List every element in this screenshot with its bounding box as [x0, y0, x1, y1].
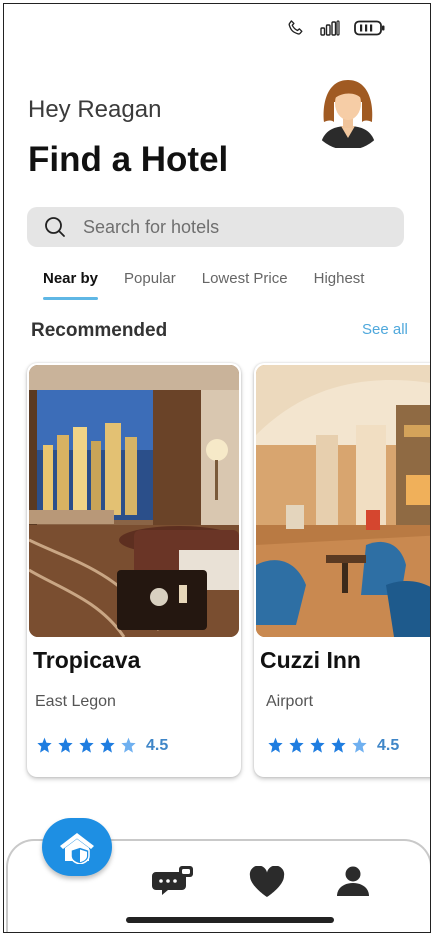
hotel-location: Airport	[266, 693, 314, 710]
hotel-card[interactable]: Cuzzi Inn Airport 4.5	[254, 363, 430, 777]
hotel-name: Tropicava	[33, 647, 141, 673]
star-icon	[58, 737, 73, 753]
home-indicator	[126, 917, 334, 923]
rating: 4.5	[35, 736, 168, 755]
hotel-card[interactable]: Tropicava East Legon 4.5	[27, 363, 241, 777]
hotel-location: East Legon	[35, 693, 116, 710]
rating-value: 4.5	[146, 736, 169, 754]
battery-icon	[354, 20, 386, 36]
greeting-text: Hey Reagan	[28, 96, 162, 123]
tab-lowest-price[interactable]: Lowest Price	[202, 270, 288, 287]
app-screen: Hey Reagan Find a Hotel Search for hotel…	[3, 3, 431, 933]
star-icon	[79, 737, 94, 753]
chat-nav-button[interactable]	[152, 866, 194, 896]
search-input[interactable]: Search for hotels	[83, 217, 219, 238]
hotel-name: Cuzzi Inn	[260, 647, 361, 673]
hotel-image	[256, 365, 430, 637]
page-title: Find a Hotel	[28, 140, 229, 179]
profile-icon	[337, 866, 369, 896]
home-icon	[60, 833, 94, 864]
search-icon	[43, 215, 67, 239]
status-bar	[286, 18, 386, 38]
star-icon	[37, 737, 52, 753]
tab-near-by[interactable]: Near by	[43, 270, 99, 300]
see-all-link[interactable]: See all	[362, 321, 408, 338]
star-half-icon	[352, 737, 367, 753]
favorites-nav-button[interactable]	[248, 866, 286, 898]
heart-icon	[249, 866, 285, 897]
filter-tabs: Near by Popular Lowest Price Highest	[43, 270, 390, 300]
rating-value: 4.5	[377, 736, 400, 754]
star-half-icon	[121, 737, 136, 753]
tab-highest[interactable]: Highest	[314, 270, 365, 287]
section-title: Recommended	[31, 320, 168, 341]
rating: 4.5	[266, 736, 399, 755]
avatar[interactable]	[308, 70, 388, 150]
chat-icon	[152, 866, 193, 895]
tab-popular[interactable]: Popular	[124, 270, 176, 287]
star-icon	[100, 737, 115, 753]
home-nav-button[interactable]	[42, 818, 112, 876]
search-bar[interactable]: Search for hotels	[27, 207, 404, 247]
signal-icon	[320, 20, 340, 36]
star-icon	[331, 737, 346, 753]
phone-icon	[286, 18, 306, 38]
star-icon	[289, 737, 304, 753]
star-icon	[310, 737, 325, 753]
hotel-image	[29, 365, 239, 637]
star-icon	[268, 737, 283, 753]
profile-nav-button[interactable]	[334, 865, 372, 897]
